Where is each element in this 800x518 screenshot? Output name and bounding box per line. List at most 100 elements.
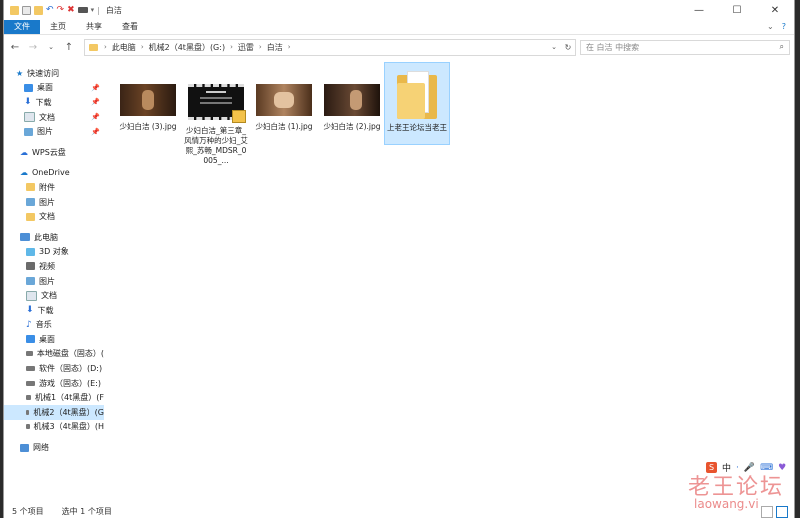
nav-pc-documents[interactable]: 文档 xyxy=(4,288,104,303)
nav-drive-f[interactable]: 机械1（4t黑盘）(F xyxy=(4,390,104,405)
undo-icon[interactable]: ↶ xyxy=(46,5,54,15)
chevron-right-icon[interactable]: › xyxy=(102,43,109,51)
pin-icon[interactable]: 📌 xyxy=(91,84,100,92)
pin-icon[interactable]: 📌 xyxy=(91,113,100,121)
media-badge-icon xyxy=(232,110,246,123)
document-icon xyxy=(24,112,35,123)
nav-onedrive[interactable]: ☁ OneDrive xyxy=(4,166,104,181)
drive-icon xyxy=(26,366,35,372)
nav-drive-g[interactable]: 机械2（4t黑盘）(G xyxy=(4,405,104,420)
nav-drive-d[interactable]: 软件（固态）(D:) xyxy=(4,361,104,376)
tab-share[interactable]: 共享 xyxy=(76,20,112,34)
help-icon[interactable]: ? xyxy=(782,22,786,31)
ribbon-tabs: 文件 主页 共享 查看 ⌄ ? xyxy=(4,20,794,35)
nav-label: 图片 xyxy=(39,197,55,207)
nav-label: 软件（固态）(D:) xyxy=(39,364,103,374)
chevron-right-icon[interactable]: › xyxy=(257,43,264,51)
nav-desktop[interactable]: 桌面 📌 xyxy=(4,81,104,96)
nav-wps-cloud[interactable]: ☁ WPS云盘 xyxy=(4,145,104,160)
nav-3d-objects[interactable]: 3D 对象 xyxy=(4,245,104,260)
cloud-icon: ☁ xyxy=(20,147,28,157)
minimize-button[interactable]: — xyxy=(680,0,718,20)
file-item[interactable]: 少妇白洁 (1).jpg xyxy=(252,84,316,132)
nav-music[interactable]: ♪ 音乐 xyxy=(4,318,104,333)
breadcrumb-drive[interactable]: 机械2（4t黑盘）(G:) xyxy=(146,42,228,53)
recent-locations-icon[interactable]: ⌄ xyxy=(44,43,58,51)
up-icon[interactable]: ↑ xyxy=(62,42,76,53)
nav-videos[interactable]: 视频 xyxy=(4,259,104,274)
desktop-icon xyxy=(26,335,35,344)
nav-label: OneDrive xyxy=(32,168,70,178)
breadcrumb-xunlei[interactable]: 迅雷 xyxy=(235,42,257,53)
nav-network[interactable]: 网络 xyxy=(4,440,104,455)
nav-pictures[interactable]: 图片 📌 xyxy=(4,124,104,139)
folder-item[interactable]: 上老王论坛当老王 xyxy=(384,62,450,145)
pin-icon[interactable]: 📌 xyxy=(91,128,100,136)
file-item[interactable]: 少妇白洁 (2).jpg xyxy=(320,84,384,132)
close-button[interactable]: ✕ xyxy=(756,0,794,20)
file-name: 少妇白洁 (1).jpg xyxy=(255,122,313,131)
nav-drive-c[interactable]: 本地磁盘（固态）( xyxy=(4,347,104,362)
search-icon[interactable]: ⌕ xyxy=(780,42,784,52)
tab-home[interactable]: 主页 xyxy=(40,20,76,34)
chevron-right-icon[interactable]: › xyxy=(139,43,146,51)
download-icon: ⬇ xyxy=(24,97,32,108)
network-icon xyxy=(20,443,29,452)
details-view-icon[interactable] xyxy=(761,506,773,518)
expand-ribbon-icon[interactable]: ⌄ xyxy=(767,22,774,31)
nav-pc-desktop[interactable]: 桌面 xyxy=(4,332,104,347)
large-icons-view-icon[interactable] xyxy=(776,506,788,518)
nav-pc-pictures[interactable]: 图片 xyxy=(4,274,104,289)
nav-onedrive-documents[interactable]: 文档 xyxy=(4,209,104,224)
tab-file[interactable]: 文件 xyxy=(4,20,40,34)
file-item[interactable]: 少妇白洁_第三章_风情万种的少妇_艾熙_苏畅_MDSR_0005_... xyxy=(184,84,248,166)
nav-label: 桌面 xyxy=(39,334,55,344)
cube-icon xyxy=(26,247,35,256)
content-area: ★ 快速访问 桌面 📌 ⬇ 下载 📌 文档 📌 图片 📌 ☁ WPS云盘 ☁ O… xyxy=(4,60,794,505)
search-box[interactable]: 在 白洁 中搜索 ⌕ xyxy=(580,39,790,55)
nav-pc-downloads[interactable]: ⬇ 下载 xyxy=(4,303,104,318)
customize-toolbar-icon[interactable]: ▾ xyxy=(91,6,95,14)
item-count: 5 个项目 xyxy=(12,507,44,516)
nav-label: 机械1（4t黑盘）(F xyxy=(34,393,104,403)
address-tail: ⌄ ↻ xyxy=(547,40,575,55)
nav-label: 图片 xyxy=(37,127,53,137)
nav-drive-h[interactable]: 机械3（4t黑盘）(H xyxy=(4,420,104,435)
tab-view[interactable]: 查看 xyxy=(112,20,148,34)
download-icon: ⬇ xyxy=(26,305,34,316)
properties-icon[interactable] xyxy=(22,5,31,15)
chevron-right-icon[interactable]: › xyxy=(228,43,235,51)
nav-documents[interactable]: 文档 📌 xyxy=(4,110,104,125)
pin-icon[interactable]: 📌 xyxy=(91,98,100,106)
redo-icon[interactable]: ↷ xyxy=(57,5,65,15)
address-dropdown-icon[interactable]: ⌄ xyxy=(547,43,561,51)
drive-icon xyxy=(26,395,31,401)
nav-this-pc[interactable]: 此电脑 xyxy=(4,230,104,245)
new-folder-icon[interactable] xyxy=(34,5,43,15)
nav-quick-access[interactable]: ★ 快速访问 xyxy=(4,66,104,81)
refresh-icon[interactable]: ↻ xyxy=(561,43,575,52)
watermark-en: laowang.vi xyxy=(694,497,759,511)
maximize-button[interactable]: ☐ xyxy=(718,0,756,20)
selection-count: 选中 1 个项目 xyxy=(61,507,112,516)
image-thumbnail xyxy=(324,84,380,116)
drive-icon xyxy=(26,380,35,386)
delete-icon[interactable]: ✖ xyxy=(67,5,75,15)
nav-onedrive-attachments[interactable]: 附件 xyxy=(4,180,104,195)
address-bar[interactable]: › 此电脑 › 机械2（4t黑盘）(G:) › 迅雷 › 白洁 › ⌄ ↻ xyxy=(84,38,576,56)
breadcrumb-this-pc[interactable]: 此电脑 xyxy=(109,42,139,53)
breadcrumb-current[interactable]: 白洁 xyxy=(264,42,286,53)
chevron-right-icon[interactable]: › xyxy=(286,43,293,51)
nav-onedrive-pictures[interactable]: 图片 xyxy=(4,195,104,210)
file-name: 少妇白洁_第三章_风情万种的少妇_艾熙_苏畅_MDSR_0005_... xyxy=(184,126,248,165)
file-item[interactable]: 少妇白洁 (3).jpg xyxy=(116,84,180,132)
folder-icon xyxy=(26,212,35,221)
forward-icon[interactable]: → xyxy=(26,42,40,53)
nav-label: 游戏（固态）(E:) xyxy=(39,378,101,388)
drive-icon xyxy=(26,424,30,430)
nav-downloads[interactable]: ⬇ 下载 📌 xyxy=(4,95,104,110)
back-icon[interactable]: ← xyxy=(8,42,22,53)
toolbar-divider: | xyxy=(97,5,100,15)
nav-drive-e[interactable]: 游戏（固态）(E:) xyxy=(4,376,104,391)
rename-icon[interactable] xyxy=(77,7,88,13)
